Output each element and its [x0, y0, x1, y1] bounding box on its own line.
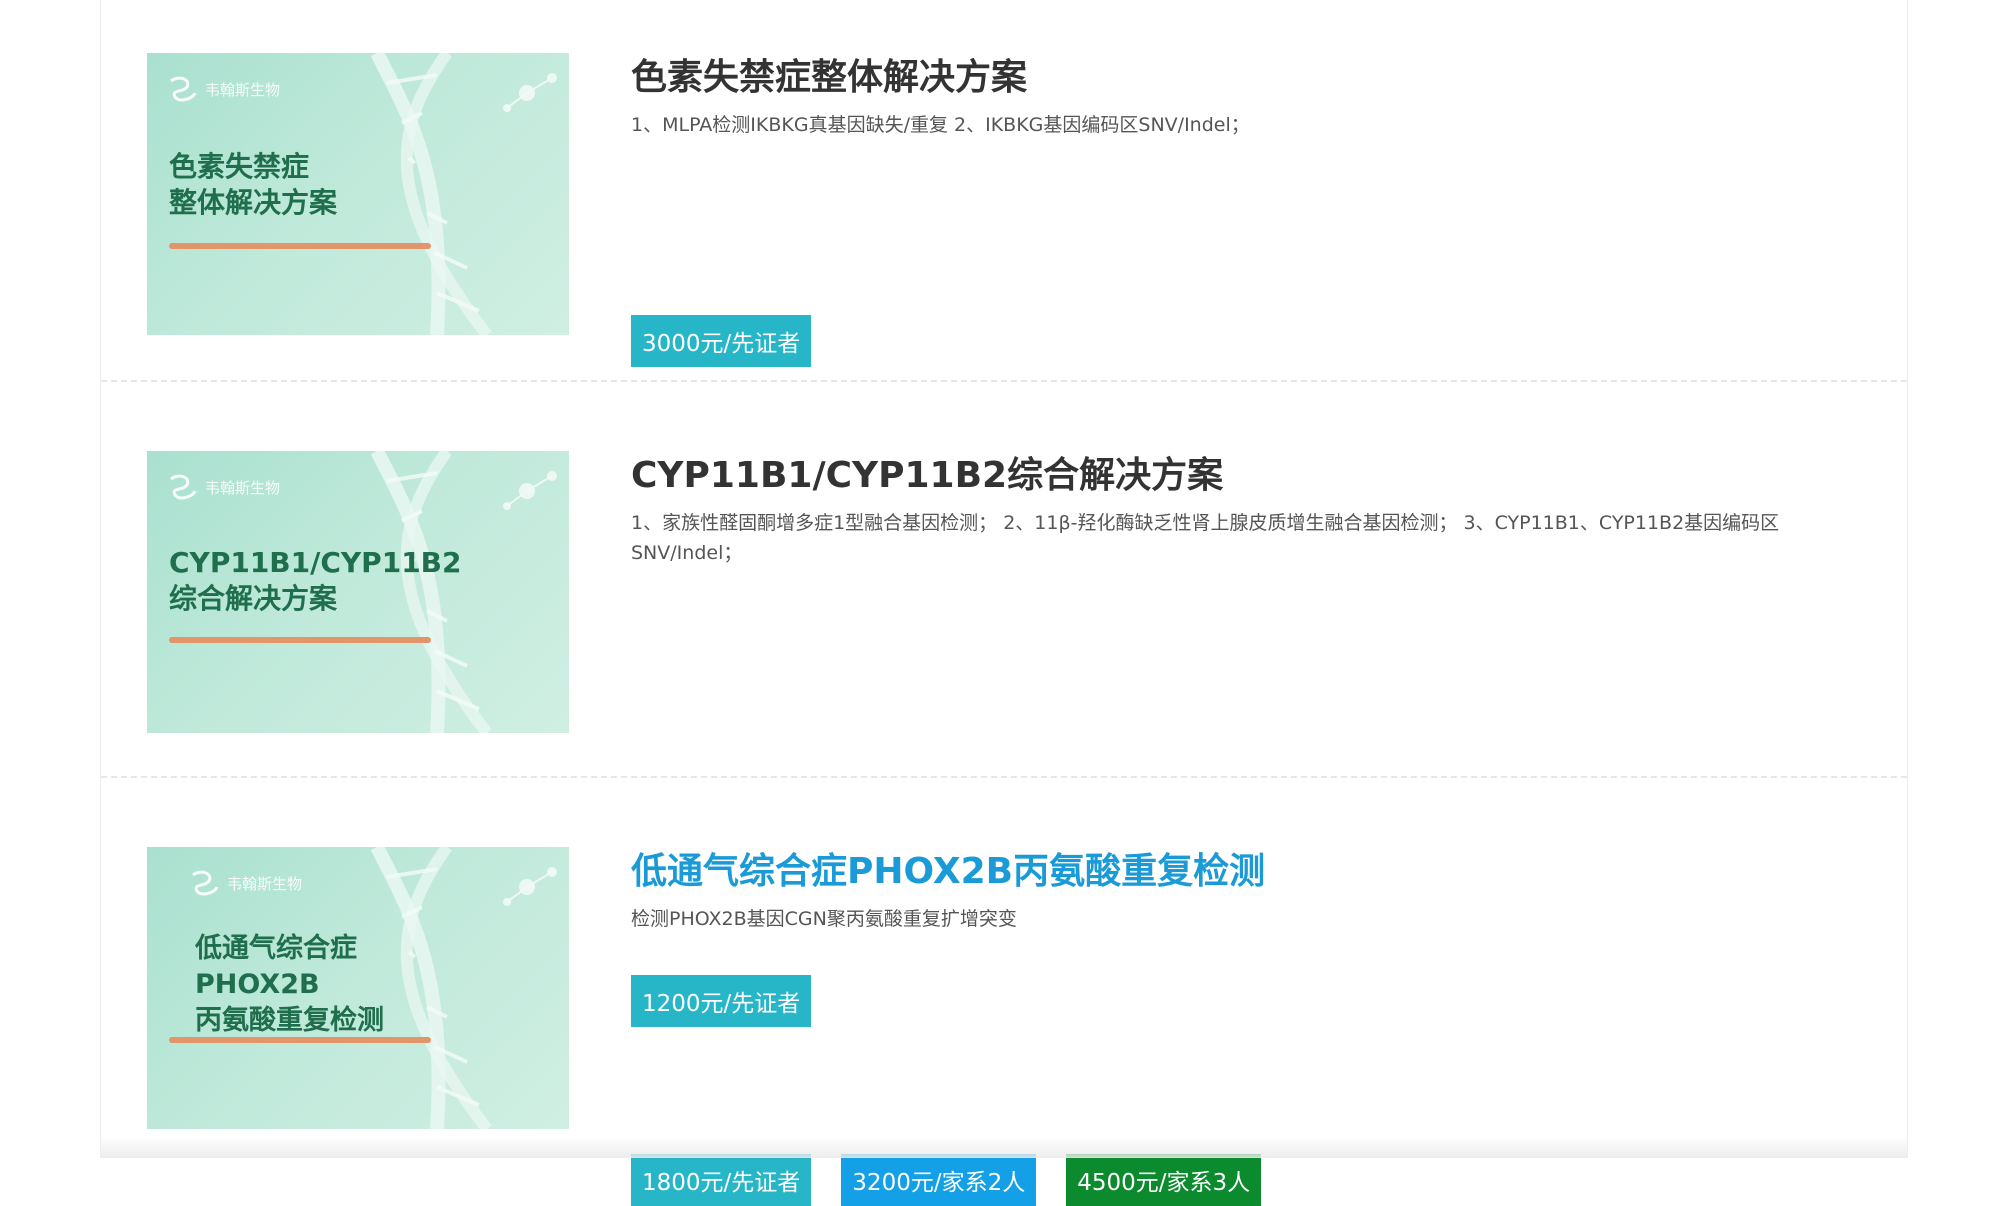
product-description: 检测PHOX2B基因CGN聚丙氨酸重复扩增突变 [631, 908, 1017, 930]
price-list: 1200元/先证者 [631, 975, 1827, 1027]
thumbnail-title: CYP11B1/CYP11B2 综合解决方案 [169, 546, 462, 615]
product-info: 低通气综合症PHOX2B丙氨酸重复检测 检测PHOX2B基因CGN聚丙氨酸重复扩… [631, 850, 1827, 1027]
brand-logo-icon [170, 474, 197, 500]
product-thumbnail[interactable]: 韦翰斯生物 低通气综合症 PHOX2B 丙氨酸重复检测 [147, 847, 569, 1129]
thumbnail-title: 色素失禁症 整体解决方案 [169, 150, 338, 219]
brand-logo-icon [192, 870, 219, 896]
brand-logo-icon [170, 76, 197, 102]
price-list: 3000元/先证者 [631, 315, 1827, 367]
brand-logo-text: 韦翰斯生物 [205, 478, 281, 497]
product-description: 1、MLPA检测IKBKG真基因缺失/重复 2、IKBKG基因编码区SNV/In… [631, 114, 1250, 136]
product-list: 韦翰斯生物 色素失禁症 整体解决方案 色素失禁症整体解决方案 1、MLPA检测I… [100, 0, 1908, 1206]
product-title[interactable]: 色素失禁症整体解决方案 [631, 56, 1827, 100]
thumbnail-underline [169, 1037, 431, 1043]
thumbnail-underline [169, 637, 431, 643]
product-info: CYP11B1/CYP11B2综合解决方案 1、家族性醛固酮增多症1型融合基因检… [631, 454, 1827, 1206]
price-list: 1800元/先证者 3200元/家系2人 4500元/家系3人 [631, 1154, 1827, 1206]
brand-logo-text: 韦翰斯生物 [205, 80, 281, 99]
product-info: 色素失禁症整体解决方案 1、MLPA检测IKBKG真基因缺失/重复 2、IKBK… [631, 56, 1827, 367]
product-description: 1、家族性醛固酮增多症1型融合基因检测； 2、11β-羟化酶缺乏性肾上腺皮质增生… [631, 512, 1780, 564]
brand-logo: 韦翰斯生物 [165, 473, 280, 501]
brand-logo: 韦翰斯生物 [187, 869, 302, 897]
thumbnail-underline [169, 243, 431, 249]
price-tag[interactable]: 3200元/家系2人 [841, 1154, 1037, 1206]
brand-logo-text: 韦翰斯生物 [227, 874, 303, 893]
product-card: 韦翰斯生物 低通气综合症 PHOX2B 丙氨酸重复检测 低通气综合症PHOX2B… [101, 778, 1907, 1158]
thumbnail-title: 低通气综合症 PHOX2B 丙氨酸重复检测 [195, 933, 384, 1036]
product-card: 韦翰斯生物 CYP11B1/CYP11B2 综合解决方案 CYP11B1/CYP… [101, 382, 1907, 1206]
price-tag[interactable]: 4500元/家系3人 [1066, 1154, 1262, 1206]
product-card: 韦翰斯生物 色素失禁症 整体解决方案 色素失禁症整体解决方案 1、MLPA检测I… [101, 0, 1907, 382]
product-title[interactable]: CYP11B1/CYP11B2综合解决方案 [631, 454, 1827, 498]
product-title[interactable]: 低通气综合症PHOX2B丙氨酸重复检测 [631, 850, 1827, 894]
price-tag[interactable]: 1800元/先证者 [631, 1154, 812, 1206]
brand-logo: 韦翰斯生物 [165, 75, 280, 103]
product-thumbnail[interactable]: 韦翰斯生物 CYP11B1/CYP11B2 综合解决方案 [147, 451, 569, 733]
bottom-shadow [101, 1136, 1907, 1158]
product-thumbnail[interactable]: 韦翰斯生物 色素失禁症 整体解决方案 [147, 53, 569, 335]
price-tag[interactable]: 1200元/先证者 [631, 975, 812, 1027]
price-tag[interactable]: 3000元/先证者 [631, 315, 812, 367]
